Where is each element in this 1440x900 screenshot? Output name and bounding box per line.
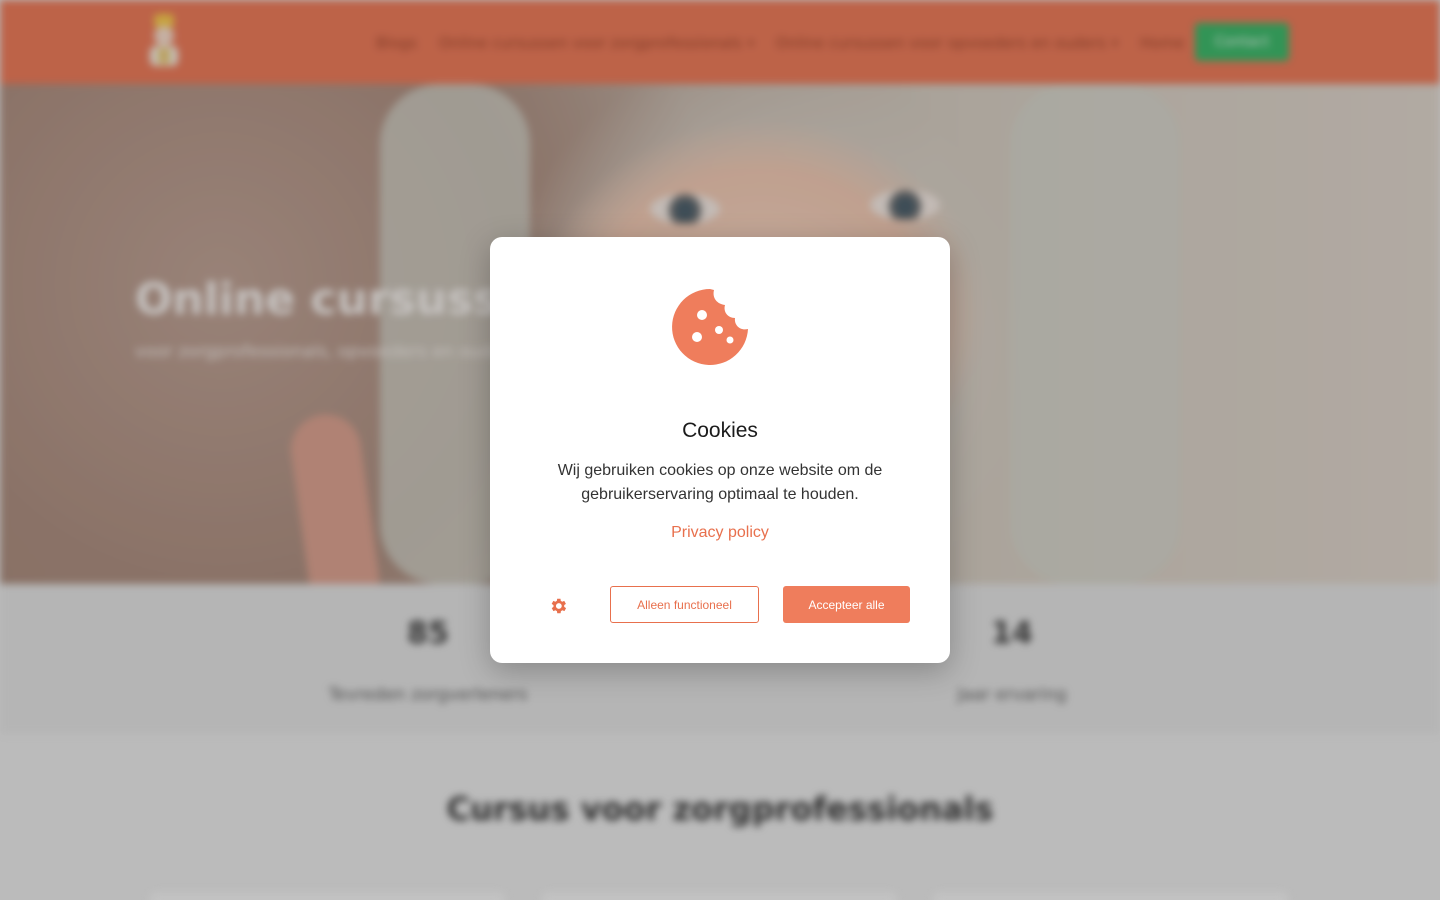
accept-all-button[interactable]: Accepteer alle (783, 586, 910, 623)
cookie-consent-modal: Cookies Wij gebruiken cookies op onze we… (490, 237, 950, 663)
gear-icon[interactable] (548, 596, 568, 616)
modal-title: Cookies (682, 419, 758, 442)
functional-only-button[interactable]: Alleen functioneel (610, 586, 759, 623)
privacy-policy-link[interactable]: Privacy policy (490, 524, 950, 542)
cookie-icon (672, 289, 748, 365)
modal-description: Wij gebruiken cookies op onze website om… (557, 462, 883, 503)
